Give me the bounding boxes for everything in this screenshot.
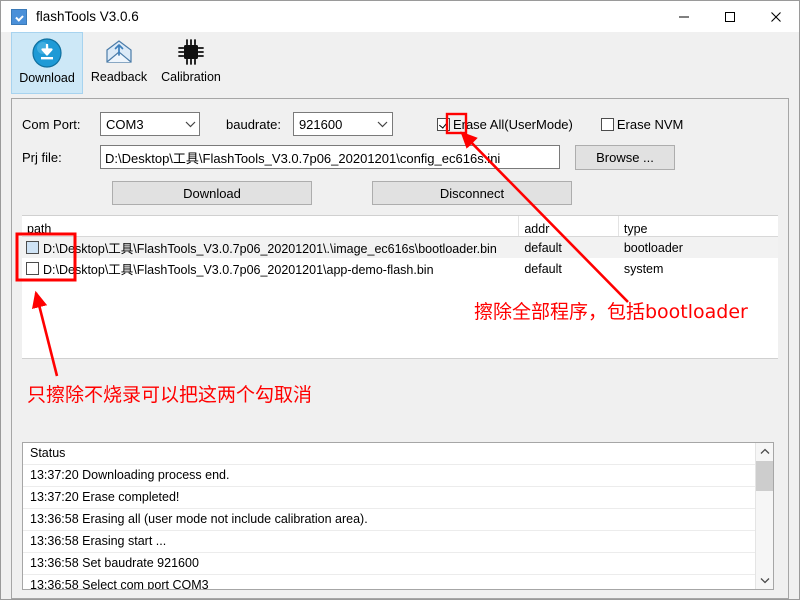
erase-nvm-label: Erase NVM: [616, 116, 684, 132]
status-log-line: 13:36:58 Select com port COM3: [23, 575, 755, 589]
scroll-down-button[interactable]: [756, 572, 773, 589]
status-log-line: 13:36:58 Erasing all (user mode not incl…: [23, 509, 755, 531]
baudrate-value: 921600: [298, 116, 343, 132]
title-bar: flashTools V3.0.6: [1, 1, 799, 32]
status-log-scrollbar[interactable]: [755, 443, 773, 589]
chevron-down-icon: [374, 120, 392, 128]
scroll-up-button[interactable]: [756, 443, 773, 460]
table-row[interactable]: D:\Desktop\工具\FlashTools_V3.0.7p06_20201…: [22, 237, 778, 258]
envelope-upload-icon: [102, 35, 136, 69]
chevron-up-icon: [760, 448, 769, 454]
status-log-line: 13:36:58 Set baudrate 921600: [23, 553, 755, 575]
main-panel: Com Port: COM3 baudrate: 921600 Erase Al…: [11, 98, 789, 599]
checkmark-icon: [436, 117, 450, 131]
browse-button[interactable]: Browse ...: [575, 144, 675, 170]
form-area: Com Port: COM3 baudrate: 921600 Erase Al…: [12, 99, 788, 206]
table-cell-type: bootloader: [623, 240, 683, 255]
status-log: Status 13:37:20 Downloading process end.…: [22, 442, 774, 590]
column-header-type[interactable]: type: [619, 216, 778, 236]
column-header-addr[interactable]: addr: [519, 216, 619, 236]
window-controls: [661, 1, 799, 32]
erase-all-checkbox[interactable]: Erase All(UserMode): [436, 116, 573, 132]
erase-all-label: Erase All(UserMode): [452, 116, 573, 132]
column-header-path[interactable]: path: [22, 216, 520, 236]
maximize-icon: [725, 11, 735, 22]
com-port-label: Com Port:: [22, 116, 81, 132]
baudrate-select[interactable]: 921600: [292, 112, 393, 136]
app-window: flashTools V3.0.6 Download Readback Cali…: [0, 0, 800, 600]
status-log-line: 13:37:20 Downloading process end.: [23, 465, 755, 487]
status-log-line: 13:36:58 Erasing start ...: [23, 531, 755, 553]
table-cell-path-text: D:\Desktop\工具\FlashTools_V3.0.7p06_20201…: [43, 263, 434, 277]
table-cell-path: D:\Desktop\工具\FlashTools_V3.0.7p06_20201…: [22, 259, 519, 278]
toolbar-label-calibration: Calibration: [161, 70, 221, 84]
download-circle-icon: [30, 36, 64, 70]
table-row[interactable]: D:\Desktop\工具\FlashTools_V3.0.7p06_20201…: [22, 258, 778, 279]
row-checkbox[interactable]: [26, 262, 39, 275]
toolbar-item-calibration[interactable]: Calibration: [155, 32, 227, 94]
toolbar: Download Readback Calibration: [1, 32, 799, 94]
status-log-list: Status 13:37:20 Downloading process end.…: [23, 443, 755, 589]
settings-row: Com Port: COM3 baudrate: 921600 Erase Al…: [12, 111, 788, 137]
toolbar-item-download[interactable]: Download: [11, 32, 83, 94]
prj-file-label: Prj file:: [22, 149, 62, 165]
close-button[interactable]: [753, 1, 799, 32]
row-checkbox[interactable]: [26, 241, 39, 254]
toolbar-label-download: Download: [19, 71, 75, 85]
table-cell-addr: default: [524, 261, 562, 276]
com-port-value: COM3: [106, 116, 144, 132]
empty-checkbox-icon: [600, 117, 614, 131]
action-row: Download Disconnect: [12, 180, 788, 206]
baudrate-label: baudrate:: [226, 116, 281, 132]
chip-icon: [174, 35, 208, 69]
toolbar-item-readback[interactable]: Readback: [83, 32, 155, 94]
toolbar-label-readback: Readback: [90, 70, 148, 84]
download-button[interactable]: Download: [112, 181, 312, 205]
close-icon: [771, 11, 781, 22]
status-log-header: Status: [23, 443, 755, 465]
chevron-down-icon: [181, 120, 199, 128]
minimize-icon: [679, 16, 689, 17]
table-cell-addr: default: [524, 240, 562, 255]
file-table-header: path addr type: [22, 216, 778, 237]
file-table: path addr type D:\Desktop\工具\FlashTools_…: [22, 215, 778, 359]
window-title: flashTools V3.0.6: [36, 9, 139, 24]
table-cell-type: system: [623, 261, 664, 276]
table-cell-path: D:\Desktop\工具\FlashTools_V3.0.7p06_20201…: [22, 238, 519, 257]
scrollbar-thumb[interactable]: [756, 461, 773, 491]
minimize-button[interactable]: [661, 1, 707, 32]
prj-file-input[interactable]: D:\Desktop\工具\FlashTools_V3.0.7p06_20201…: [100, 145, 560, 169]
app-icon: [11, 8, 27, 25]
disconnect-button[interactable]: Disconnect: [372, 181, 572, 205]
table-cell-path-text: D:\Desktop\工具\FlashTools_V3.0.7p06_20201…: [43, 242, 497, 256]
status-log-line: 13:37:20 Erase completed!: [23, 487, 755, 509]
chevron-down-icon: [760, 578, 769, 584]
maximize-button[interactable]: [707, 1, 753, 32]
prj-file-row: Prj file: D:\Desktop\工具\FlashTools_V3.0.…: [12, 144, 788, 170]
com-port-select[interactable]: COM3: [100, 112, 200, 136]
erase-nvm-checkbox[interactable]: Erase NVM: [600, 116, 684, 132]
